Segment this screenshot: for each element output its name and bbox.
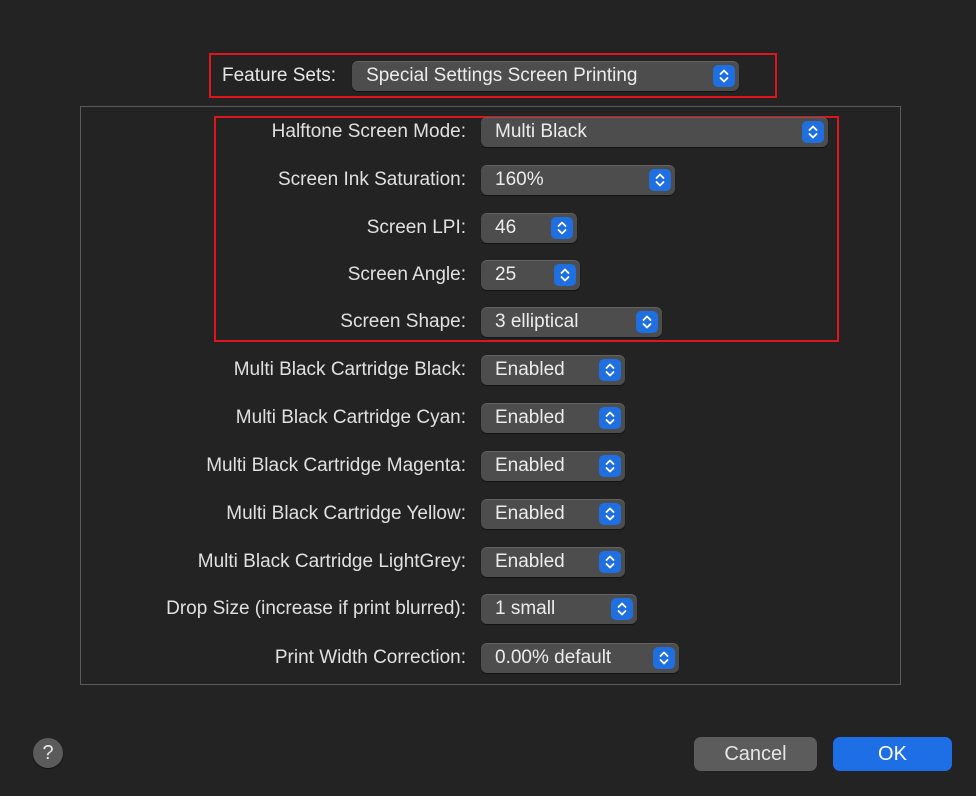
popup-stepper-icon	[599, 551, 621, 573]
multi-black-cartridge-black-popup[interactable]: Enabled	[481, 355, 625, 385]
setting-value: Multi Black	[495, 121, 587, 142]
setting-value: Enabled	[495, 359, 565, 380]
popup-stepper-icon	[636, 311, 658, 333]
multi-black-cartridge-lightgrey-popup[interactable]: Enabled	[481, 547, 625, 577]
popup-stepper-icon	[554, 264, 576, 286]
ok-button[interactable]: OK	[833, 737, 952, 771]
setting-row-print-width-correction: Print Width Correction: 0.00% default	[0, 643, 976, 673]
setting-row-screen-shape: Screen Shape: 3 elliptical	[0, 307, 976, 337]
setting-row-screen-ink-saturation: Screen Ink Saturation: 160%	[0, 165, 976, 195]
popup-stepper-icon	[599, 503, 621, 525]
help-icon: ?	[42, 741, 54, 764]
cancel-button[interactable]: Cancel	[694, 737, 817, 771]
setting-value: Enabled	[495, 551, 565, 572]
feature-sets-value: Special Settings Screen Printing	[366, 65, 638, 86]
setting-value: 25	[495, 264, 517, 285]
setting-label: Screen Angle:	[347, 264, 466, 285]
popup-stepper-icon	[611, 598, 633, 620]
setting-label: Multi Black Cartridge Magenta:	[206, 455, 466, 476]
setting-label: Screen LPI:	[366, 217, 466, 238]
popup-stepper-icon	[599, 455, 621, 477]
popup-stepper-icon	[653, 647, 675, 669]
setting-row-multi-black-cartridge-black: Multi Black Cartridge Black: Enabled	[0, 355, 976, 385]
setting-label: Multi Black Cartridge Cyan:	[235, 407, 466, 428]
setting-label: Halftone Screen Mode:	[271, 121, 466, 142]
setting-value: 0.00% default	[495, 647, 612, 668]
setting-row-multi-black-cartridge-cyan: Multi Black Cartridge Cyan: Enabled	[0, 403, 976, 433]
help-button[interactable]: ?	[33, 738, 63, 768]
setting-label: Print Width Correction:	[274, 647, 466, 668]
setting-value: 46	[495, 217, 517, 238]
screen-angle-popup[interactable]: 25	[481, 260, 580, 290]
setting-label: Multi Black Cartridge Yellow:	[226, 503, 466, 524]
setting-row-multi-black-cartridge-yellow: Multi Black Cartridge Yellow: Enabled	[0, 499, 976, 529]
setting-row-multi-black-cartridge-magenta: Multi Black Cartridge Magenta: Enabled	[0, 451, 976, 481]
print-width-correction-popup[interactable]: 0.00% default	[481, 643, 679, 673]
popup-stepper-icon	[649, 169, 671, 191]
popup-stepper-icon	[713, 65, 736, 87]
setting-value: Enabled	[495, 407, 565, 428]
setting-row-screen-angle: Screen Angle: 25	[0, 260, 976, 290]
setting-label: Screen Shape:	[340, 311, 466, 332]
setting-label: Multi Black Cartridge LightGrey:	[197, 551, 466, 572]
setting-label: Multi Black Cartridge Black:	[233, 359, 466, 380]
multi-black-cartridge-yellow-popup[interactable]: Enabled	[481, 499, 625, 529]
screen-ink-saturation-popup[interactable]: 160%	[481, 165, 675, 195]
screen-lpi-popup[interactable]: 46	[481, 213, 577, 243]
halftone-screen-mode-popup[interactable]: Multi Black	[481, 117, 828, 147]
feature-sets-label: Feature Sets:	[222, 65, 337, 86]
setting-row-multi-black-cartridge-lightgrey: Multi Black Cartridge LightGrey: Enabled	[0, 547, 976, 577]
setting-label: Drop Size (increase if print blurred):	[166, 598, 466, 619]
popup-stepper-icon	[551, 217, 573, 239]
setting-value: 160%	[495, 169, 544, 190]
drop-size-popup[interactable]: 1 small	[481, 594, 637, 624]
setting-label: Screen Ink Saturation:	[278, 169, 466, 190]
multi-black-cartridge-magenta-popup[interactable]: Enabled	[481, 451, 625, 481]
setting-row-screen-lpi: Screen LPI: 46	[0, 213, 976, 243]
screen-shape-popup[interactable]: 3 elliptical	[481, 307, 662, 337]
popup-stepper-icon	[802, 121, 824, 143]
feature-sets-row: Feature Sets: Special Settings Screen Pr…	[222, 61, 740, 91]
setting-row-drop-size: Drop Size (increase if print blurred): 1…	[0, 594, 976, 624]
setting-value: Enabled	[495, 455, 565, 476]
setting-value: 3 elliptical	[495, 311, 579, 332]
setting-value: Enabled	[495, 503, 565, 524]
popup-stepper-icon	[599, 359, 621, 381]
feature-sets-popup[interactable]: Special Settings Screen Printing	[352, 61, 740, 91]
multi-black-cartridge-cyan-popup[interactable]: Enabled	[481, 403, 625, 433]
setting-row-halftone-screen-mode: Halftone Screen Mode: Multi Black	[0, 117, 976, 147]
setting-value: 1 small	[495, 598, 556, 619]
popup-stepper-icon	[599, 407, 621, 429]
